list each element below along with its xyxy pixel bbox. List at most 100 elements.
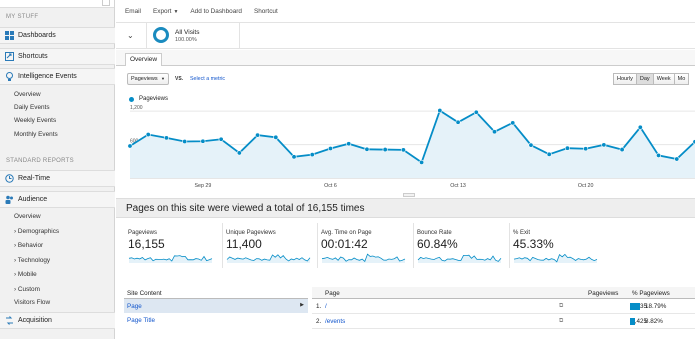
data-point[interactable] [473,109,479,115]
vs-label: VS. [175,76,184,82]
data-point[interactable] [327,145,333,151]
data-point[interactable] [273,134,279,140]
hourly-button[interactable]: Hourly [613,73,637,85]
row-index: 1. [316,303,322,310]
sidebar-sub-demographics[interactable]: › Demographics [14,228,59,235]
caret-down-icon: ▼ [173,8,179,15]
dimension-page[interactable]: Page ▶ [124,299,308,313]
data-point[interactable] [674,156,680,162]
data-point[interactable] [309,152,315,158]
sidebar-item-label: Audience [18,196,48,203]
data-point[interactable] [437,108,443,114]
sidebar-item-shortcuts[interactable]: Shortcuts [0,48,115,65]
x-tick-label: Oct 6 [324,183,337,189]
data-point[interactable] [145,132,151,138]
data-point[interactable] [364,146,370,152]
data-point[interactable] [583,146,589,152]
data-point[interactable] [182,139,188,145]
shortcut-button[interactable]: Shortcut [254,8,278,15]
col-page[interactable]: Page [325,290,340,297]
data-point[interactable] [492,129,498,135]
data-point[interactable] [637,124,643,130]
sidebar-sub-audience-overview[interactable]: Overview [14,213,41,220]
sidebar-sub-overview[interactable]: Overview [14,91,41,98]
chart-resize-handle[interactable] [403,193,415,197]
site-content-header: Site Content [124,287,308,299]
data-point[interactable] [255,132,261,138]
sidebar-sub-monthly-events[interactable]: Monthly Events [14,131,58,138]
data-point[interactable] [163,135,169,141]
week-button[interactable]: Week [652,73,675,85]
sidebar-item-real-time[interactable]: Real-Time [0,170,115,187]
data-point[interactable] [601,142,607,148]
data-point[interactable] [346,141,352,147]
divider [146,23,147,49]
day-button[interactable]: Day [635,73,654,85]
page-link[interactable]: / [325,303,327,310]
card-value: 16,155 [128,237,165,251]
col-pct-pageviews[interactable]: % Pageviews [632,290,670,297]
sidebar-sub-technology[interactable]: › Technology [14,257,50,264]
content-tables: Site Content Page ▶ Page Title Page Pagev… [116,287,695,339]
tab-overview[interactable]: Overview [125,53,163,66]
data-point[interactable] [382,147,388,153]
page-link[interactable]: /events [325,318,345,325]
dimension-page-title[interactable]: Page Title [124,313,308,327]
sparkline [226,254,311,263]
data-point[interactable] [291,154,297,160]
email-button[interactable]: Email [125,8,141,15]
sidebar-sub-behavior[interactable]: › Behavior [14,242,43,249]
data-point[interactable] [528,142,534,148]
tab-bar: Overview [116,50,695,66]
pageviews-value: 1,425 [631,318,647,325]
data-point[interactable] [656,152,662,158]
segment-name[interactable]: All Visits [175,29,199,36]
dimension-label: Page Title [127,317,156,324]
add-to-dashboard-button[interactable]: Add to Dashboard [190,8,242,15]
card-avg-time-on-page[interactable]: Avg. Time on Page 00:01:42 [317,223,409,268]
sidebar-item-acquisition[interactable]: Acquisition [0,312,115,329]
x-tick-label: Oct 13 [450,183,466,189]
sidebar-item-dashboards[interactable]: Dashboards [0,27,115,44]
pageviews-value: 3,035 [607,303,647,310]
data-point[interactable] [546,151,552,157]
sidebar-item-intelligence-events[interactable]: Intelligence Events [0,68,115,85]
sidebar-sub-custom[interactable]: › Custom [14,286,40,293]
data-point[interactable] [218,136,224,142]
acquisition-icon [4,316,14,326]
chart-svg: 1,200600Sep 29 Oct 6 Oct 13 Oct 20 [127,105,695,189]
data-point[interactable] [200,138,206,144]
data-point[interactable] [564,145,570,151]
report-toolbar: Email Export ▼ Add to Dashboard Shortcut [116,0,695,22]
month-button[interactable]: Mo [673,73,690,85]
pct-value: 8.82% [645,318,663,325]
data-point[interactable] [236,150,242,156]
data-point[interactable] [455,119,461,125]
sidebar-sub-daily-events[interactable]: Daily Events [14,104,50,111]
x-tick-label: Oct 20 [578,183,594,189]
export-button[interactable]: Export ▼ [153,8,178,15]
metric-selector[interactable]: Pageviews ▼ [127,73,169,85]
link-icon[interactable]: ⧉ [559,303,563,310]
select-metric-link[interactable]: Select a metric [190,76,225,82]
caret-down-icon: ▼ [161,76,165,81]
sidebar-search-box[interactable] [102,0,110,6]
card-exit-rate[interactable]: % Exit 45.33% [509,223,601,268]
col-pageviews[interactable]: Pageviews [588,290,618,297]
card-bounce-rate[interactable]: Bounce Rate 60.84% [413,223,505,268]
data-point[interactable] [619,147,625,153]
card-pageviews[interactable]: Pageviews 16,155 [125,223,217,268]
card-name: % Exit [513,230,531,236]
chevron-down-icon[interactable]: ⌄ [127,31,134,40]
card-unique-pageviews[interactable]: Unique Pageviews 11,400 [222,223,314,268]
sidebar-sub-weekly-events[interactable]: Weekly Events [14,117,56,124]
sidebar-sub-visitors-flow[interactable]: Visitors Flow [14,299,50,306]
data-point[interactable] [419,159,425,165]
data-point[interactable] [510,120,516,126]
sidebar-item-audience[interactable]: Audience [0,191,115,208]
data-point[interactable] [400,147,406,153]
card-name: Unique Pageviews [226,230,276,236]
link-icon[interactable]: ⧉ [559,318,563,325]
sidebar-sub-mobile[interactable]: › Mobile [14,271,37,278]
data-point[interactable] [127,143,133,149]
